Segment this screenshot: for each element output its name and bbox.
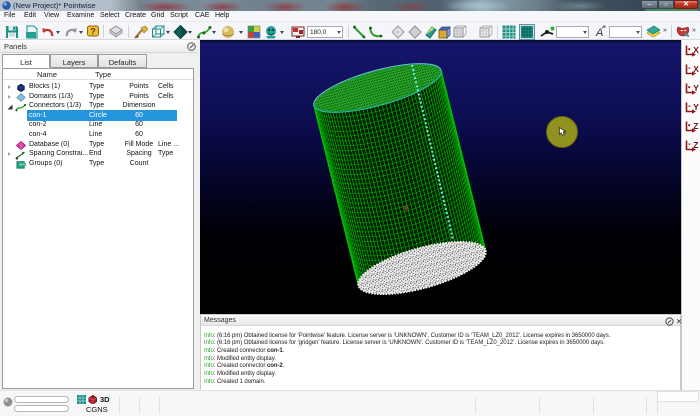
svg-text:Y: Y	[693, 83, 699, 93]
svg-text:Y: Y	[693, 102, 699, 112]
svg-text:A: A	[595, 27, 603, 39]
svg-text:Z: Z	[693, 121, 698, 131]
svg-text:X: X	[693, 45, 699, 55]
svg-text:Z: Z	[693, 140, 698, 150]
svg-text:X: X	[693, 64, 699, 74]
svg-text:?: ?	[90, 27, 96, 37]
